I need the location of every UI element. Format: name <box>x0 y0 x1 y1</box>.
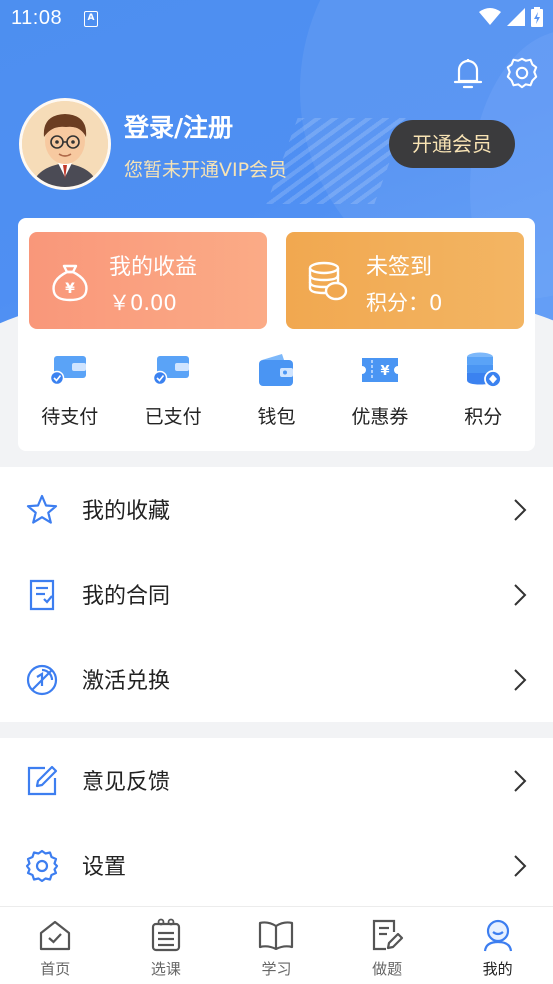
menu-item-label: 激活兑换 <box>82 669 171 694</box>
bottom-tab-bar: 首页 选课 学习 做题 我的 <box>0 906 553 984</box>
edit-feedback-icon <box>27 765 58 796</box>
tab-label: 做题 <box>372 960 403 978</box>
menu-item-settings[interactable]: 设置 <box>0 823 553 908</box>
avatar[interactable] <box>19 98 111 190</box>
quick-action-pending-payment[interactable]: 待支付 <box>18 350 121 429</box>
sign-in-label: 未签到 <box>366 255 433 280</box>
quick-action-label: 积分 <box>464 406 503 428</box>
quick-action-paid[interactable]: 已支付 <box>121 350 224 429</box>
star-icon <box>26 494 58 524</box>
sign-in-tile[interactable]: 未签到 积分：0 <box>286 232 524 329</box>
menu-item-label: 设置 <box>82 855 127 880</box>
exercise-icon <box>372 919 404 951</box>
menu-item-label: 我的收藏 <box>82 499 171 524</box>
menu-item-feedback[interactable]: 意见反馈 <box>0 738 553 823</box>
menu-item-contracts[interactable]: 我的合同 <box>0 552 553 637</box>
money-bag-icon: ¥ <box>52 264 88 302</box>
tab-study[interactable]: 学习 <box>221 907 332 984</box>
tab-label: 选课 <box>150 960 181 978</box>
tab-courses[interactable]: 选课 <box>111 907 222 984</box>
quick-action-label: 优惠券 <box>351 406 409 428</box>
coupon-icon: ¥ <box>361 358 398 382</box>
quick-action-points[interactable]: 积分 <box>432 350 535 429</box>
menu-item-label: 意见反馈 <box>82 770 171 795</box>
points-text: 积分：0 <box>366 291 443 315</box>
quick-action-label: 已支付 <box>144 406 202 428</box>
chevron-right-icon <box>514 499 527 521</box>
menu-item-label: 我的合同 <box>82 584 171 609</box>
status-time: 11:08 <box>11 7 63 29</box>
tab-label: 学习 <box>261 960 292 978</box>
wifi-icon <box>479 8 501 25</box>
svg-text:¥: ¥ <box>380 364 389 379</box>
tab-label: 我的 <box>482 960 513 978</box>
gear-icon <box>25 849 59 883</box>
open-vip-button[interactable]: 开通会员 <box>389 120 515 168</box>
login-register-link[interactable]: 登录/注册 <box>124 108 233 144</box>
book-icon <box>259 921 294 950</box>
wallet-check-icon <box>153 356 190 386</box>
chevron-right-icon <box>514 584 527 606</box>
quick-action-coupon[interactable]: ¥ 优惠券 <box>328 350 431 429</box>
coins-icon <box>308 261 348 301</box>
quick-actions: 待支付 已支付 钱包 ¥ 优惠券 积分 <box>18 350 535 429</box>
notification-a-icon: A <box>84 11 98 27</box>
tab-profile[interactable]: 我的 <box>442 907 553 984</box>
earnings-tile[interactable]: ¥ 我的收益 ￥0.00 <box>29 232 267 329</box>
vip-status-text: 您暂未开通VIP会员 <box>124 159 288 181</box>
profile-icon <box>483 919 512 952</box>
svg-text:¥: ¥ <box>65 281 75 297</box>
quick-action-label: 待支付 <box>41 406 99 428</box>
earnings-label: 我的收益 <box>109 255 198 280</box>
tab-label: 首页 <box>40 960 71 978</box>
earnings-value: ￥0.00 <box>109 291 177 315</box>
menu-group-2: 意见反馈 设置 <box>0 738 553 906</box>
chevron-right-icon <box>514 770 527 792</box>
tab-exercises[interactable]: 做题 <box>332 907 443 984</box>
points-stack-icon <box>467 352 503 388</box>
status-bar: 11:08 A <box>0 0 553 38</box>
chevron-right-icon <box>514 669 527 691</box>
chevron-right-icon <box>514 855 527 877</box>
contract-icon <box>29 579 55 611</box>
activate-icon <box>26 664 58 696</box>
wallet-icon <box>259 354 294 386</box>
battery-icon <box>531 7 543 27</box>
system-icons <box>479 7 543 27</box>
menu-item-favorites[interactable]: 我的收藏 <box>0 467 553 552</box>
settings-gear-icon[interactable] <box>505 55 539 91</box>
signal-icon <box>507 8 525 26</box>
bell-icon[interactable] <box>451 55 485 91</box>
menu-group-1: 我的收藏 我的合同 激活兑换 <box>0 467 553 722</box>
summary-card: ¥ 我的收益 ￥0.00 未签到 积分：0 待支付 已支付 钱包 ¥ 优惠券 积… <box>18 218 535 451</box>
wallet-check-icon <box>49 356 86 386</box>
tab-home[interactable]: 首页 <box>0 907 111 984</box>
quick-action-label: 钱包 <box>257 406 296 428</box>
calendar-icon <box>151 918 180 952</box>
menu-item-activate-redeem[interactable]: 激活兑换 <box>0 637 553 722</box>
quick-action-wallet[interactable]: 钱包 <box>225 350 328 429</box>
home-icon <box>40 920 71 951</box>
